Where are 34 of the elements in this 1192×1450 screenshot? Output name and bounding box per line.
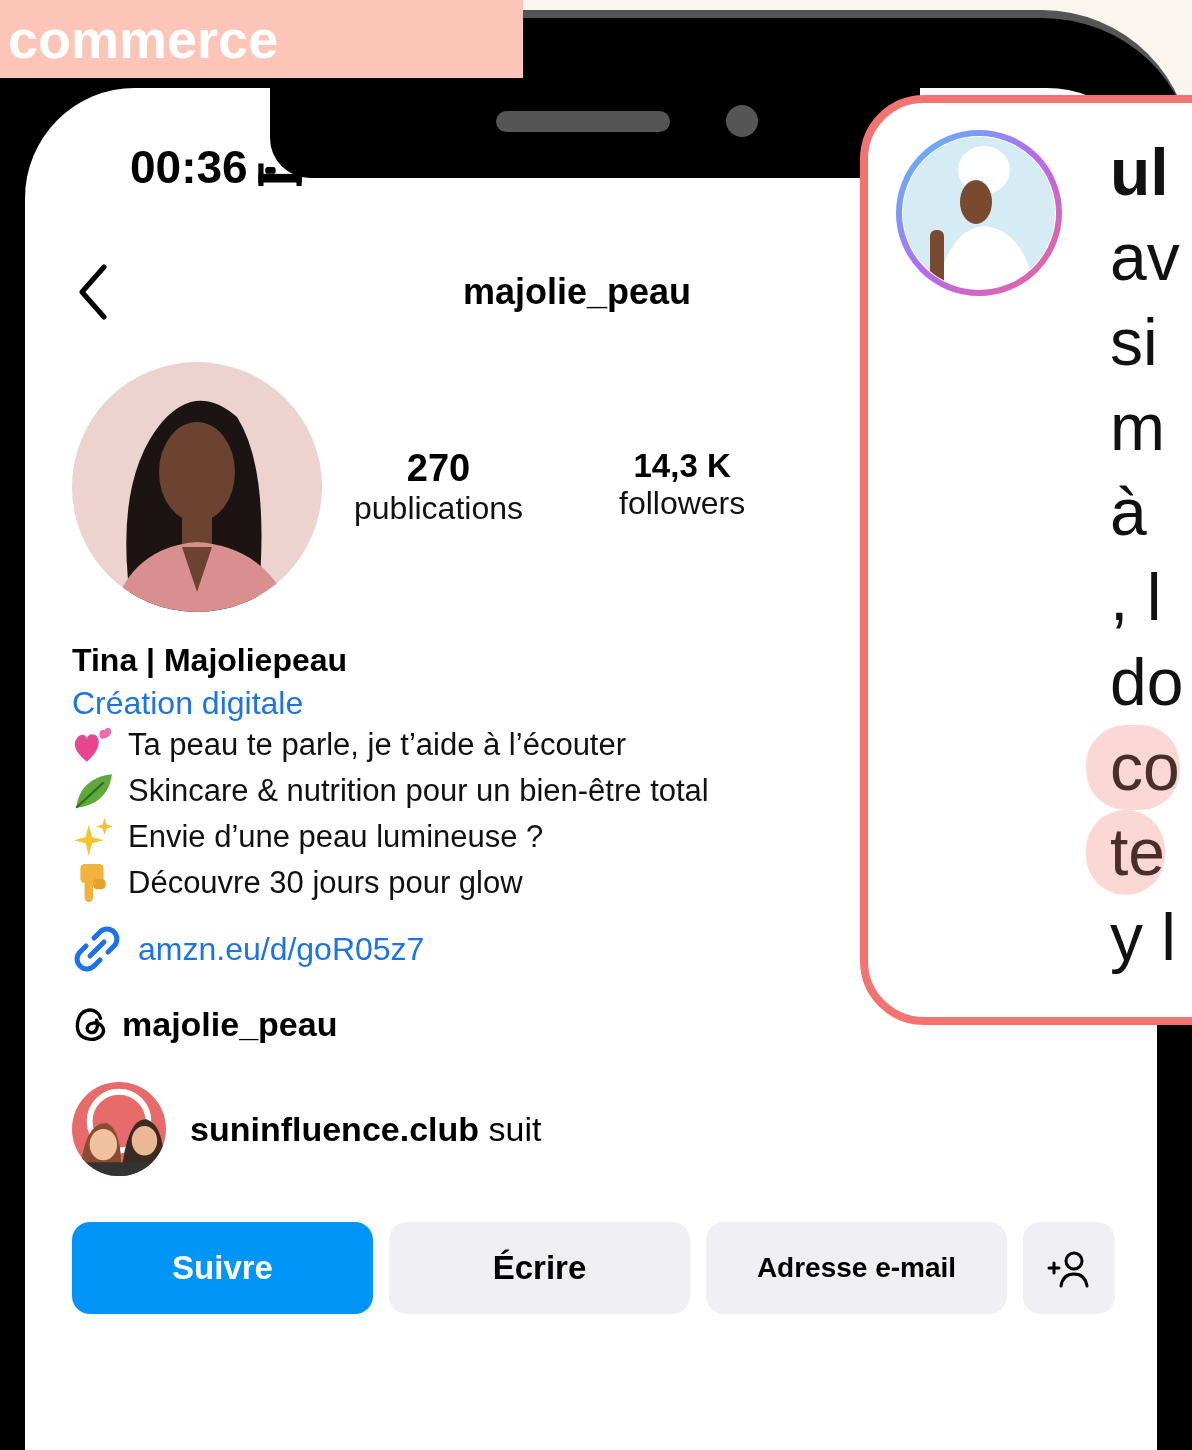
comment-text: ul — [1109, 134, 1169, 211]
stat-label: publications — [354, 490, 523, 527]
action-button[interactable]: Écrire — [389, 1222, 690, 1314]
stat-value: 14,3 K — [633, 447, 731, 485]
comment-text: te — [1086, 810, 1166, 895]
bio-text: Skincare & nutrition pour un bien-être total — [128, 773, 709, 809]
back-icon[interactable] — [78, 264, 108, 320]
comment-text: à — [1109, 474, 1147, 551]
bio-text: Ta peau te parle, je t’aide à l’écouter — [128, 727, 627, 763]
threads-username[interactable]: majolie_peau — [122, 1004, 338, 1044]
profile-username: majolie_peau — [463, 271, 692, 313]
sparkles-icon — [72, 816, 114, 858]
stat-label: followers — [619, 485, 746, 522]
comment-text: y l — [1109, 899, 1176, 976]
banner-title: commerce — [8, 12, 279, 66]
profile-name: Tina | Majoliepeau — [72, 642, 348, 679]
speaker-icon — [496, 111, 670, 132]
comment-text: m — [1109, 389, 1165, 466]
comment-text: co — [1086, 725, 1180, 810]
camera-icon — [726, 105, 758, 137]
comment-text: av — [1109, 219, 1180, 296]
bio-text: Envie d’une peau lumineuse ? — [128, 819, 544, 855]
action-button[interactable]: Adresse e-mail — [706, 1222, 1007, 1314]
comment-text: do — [1109, 644, 1184, 721]
comment-text: , l — [1109, 559, 1162, 636]
profile-category: Création digitale — [72, 685, 304, 722]
followed-by-text: suninfluence.club suit — [190, 1109, 542, 1149]
bio-text: Découvre 30 jours pour glow — [128, 865, 523, 901]
profile-link[interactable]: amzn.eu/d/goR05z7 — [138, 930, 425, 968]
status-time: 00:36 — [130, 144, 248, 190]
add-person-button[interactable] — [1023, 1222, 1115, 1314]
comment-text: si — [1109, 304, 1158, 381]
stat-value: 270 — [406, 447, 471, 490]
link-icon — [72, 924, 122, 974]
